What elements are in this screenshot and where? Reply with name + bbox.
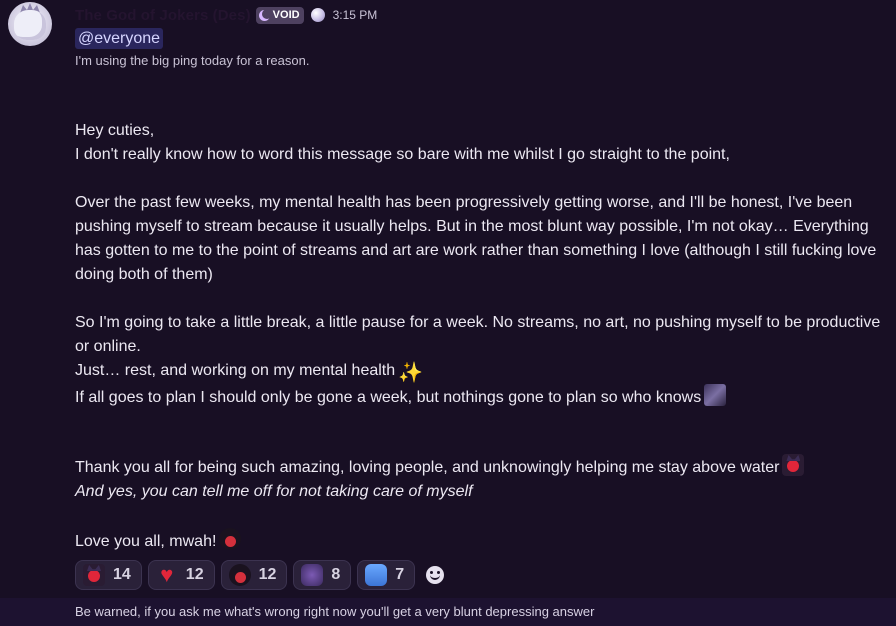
- blob-emoji-icon: [228, 564, 251, 586]
- reaction-purple[interactable]: 8: [293, 560, 352, 590]
- rest-text: Just… rest, and working on my mental hea…: [75, 362, 396, 379]
- message-body: Hey cuties, I don't really know how to w…: [75, 119, 891, 554]
- reaction-count: 12: [258, 566, 277, 583]
- next-message: Be warned, if you ask me what's wrong ri…: [0, 598, 896, 626]
- reaction-count: 12: [185, 566, 204, 583]
- love-text: Love you all, mwah!: [75, 533, 217, 550]
- reaction-count: 7: [395, 566, 405, 583]
- timestamp[interactable]: 3:15 PM: [333, 8, 378, 22]
- smile-icon: [426, 566, 445, 584]
- next-message-text: Be warned, if you ask me what's wrong ri…: [75, 604, 595, 619]
- add-reaction-button[interactable]: [421, 561, 449, 589]
- role-tag-label: VOID: [272, 9, 300, 21]
- heart-icon: ♥: [160, 562, 174, 587]
- reaction-heart[interactable]: ♥ 12: [147, 560, 215, 590]
- orb-icon: [310, 8, 325, 22]
- love-line: Love you all, mwah!: [75, 528, 891, 554]
- plan-line: If all goes to plan I should only be gon…: [75, 384, 891, 410]
- reaction-bar: 14 ♥ 12 12 8 7: [75, 558, 449, 592]
- devil-emoji-icon: [83, 564, 105, 586]
- moon-icon: [258, 8, 272, 21]
- role-tag[interactable]: VOID: [255, 6, 304, 24]
- blob-emoji-icon: [219, 528, 242, 550]
- reaction-count: 8: [331, 566, 341, 583]
- username[interactable]: The God of Jokers (Des): [75, 7, 251, 24]
- sparkles-icon: ✨: [398, 362, 424, 384]
- devil-emoji-icon: [782, 454, 805, 476]
- paragraph-2: So I'm going to take a little break, a l…: [75, 314, 881, 355]
- paragraph-1: Over the past few weeks, my mental healt…: [75, 194, 877, 283]
- everyone-mention[interactable]: @everyone: [75, 28, 164, 49]
- reaction-blob[interactable]: 12: [220, 560, 288, 590]
- purple-emoji-icon: [301, 564, 324, 586]
- avatar[interactable]: [8, 2, 52, 46]
- italic-line: And yes, you can tell me off for not tak…: [75, 483, 473, 500]
- greeting-line: Hey cuties,: [75, 122, 155, 139]
- hug-emoji-icon: [365, 564, 388, 586]
- rest-line: Just… rest, and working on my mental hea…: [75, 359, 891, 384]
- thanks-text: Thank you all for being such amazing, lo…: [75, 459, 780, 476]
- intro-line: I don't really know how to word this mes…: [75, 146, 730, 163]
- thanks-line: Thank you all for being such amazing, lo…: [75, 454, 891, 480]
- reaction-count: 14: [113, 566, 131, 583]
- reaction-devil[interactable]: 14: [75, 560, 142, 590]
- reaction-hug[interactable]: 7: [357, 560, 416, 590]
- dark-emoji-icon: [704, 384, 727, 406]
- subnote: I'm using the big ping today for a reaso…: [75, 53, 310, 68]
- plan-text: If all goes to plan I should only be gon…: [75, 389, 702, 406]
- message-header: The God of Jokers (Des) VOID 3:15 PM: [75, 5, 377, 25]
